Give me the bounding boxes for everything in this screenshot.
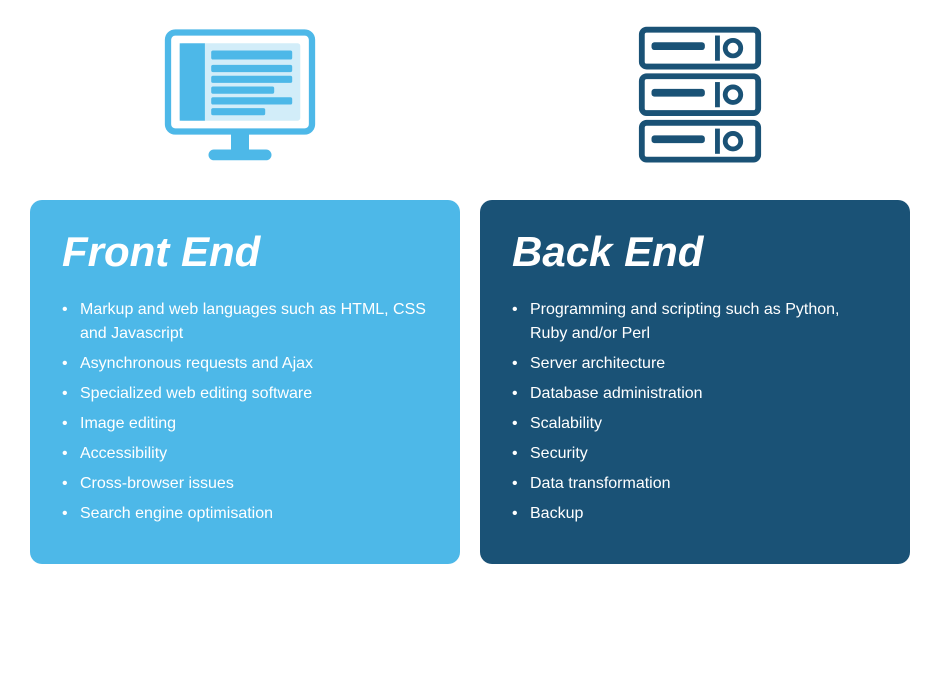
list-item: Database administration: [512, 382, 878, 406]
back-end-card: Back End Programming and scripting such …: [480, 200, 910, 564]
list-item: Cross-browser issues: [62, 472, 428, 496]
server-icon: [490, 20, 910, 180]
back-end-list: Programming and scripting such as Python…: [512, 298, 878, 526]
list-item: Specialized web editing software: [62, 382, 428, 406]
back-end-title: Back End: [512, 228, 878, 276]
list-item: Backup: [512, 502, 878, 526]
list-item: Accessibility: [62, 442, 428, 466]
front-end-card: Front End Markup and web languages such …: [30, 200, 460, 564]
list-item: Scalability: [512, 412, 878, 436]
list-item: Data transformation: [512, 472, 878, 496]
list-item: Programming and scripting such as Python…: [512, 298, 878, 346]
list-item: Server architecture: [512, 352, 878, 376]
list-item: Security: [512, 442, 878, 466]
monitor-icon: [30, 20, 450, 180]
icons-row: [30, 20, 910, 180]
front-end-title: Front End: [62, 228, 428, 276]
list-item: Asynchronous requests and Ajax: [62, 352, 428, 376]
cards-row: Front End Markup and web languages such …: [30, 200, 910, 564]
list-item: Markup and web languages such as HTML, C…: [62, 298, 428, 346]
list-item: Search engine optimisation: [62, 502, 428, 526]
list-item: Image editing: [62, 412, 428, 436]
front-end-list: Markup and web languages such as HTML, C…: [62, 298, 428, 526]
